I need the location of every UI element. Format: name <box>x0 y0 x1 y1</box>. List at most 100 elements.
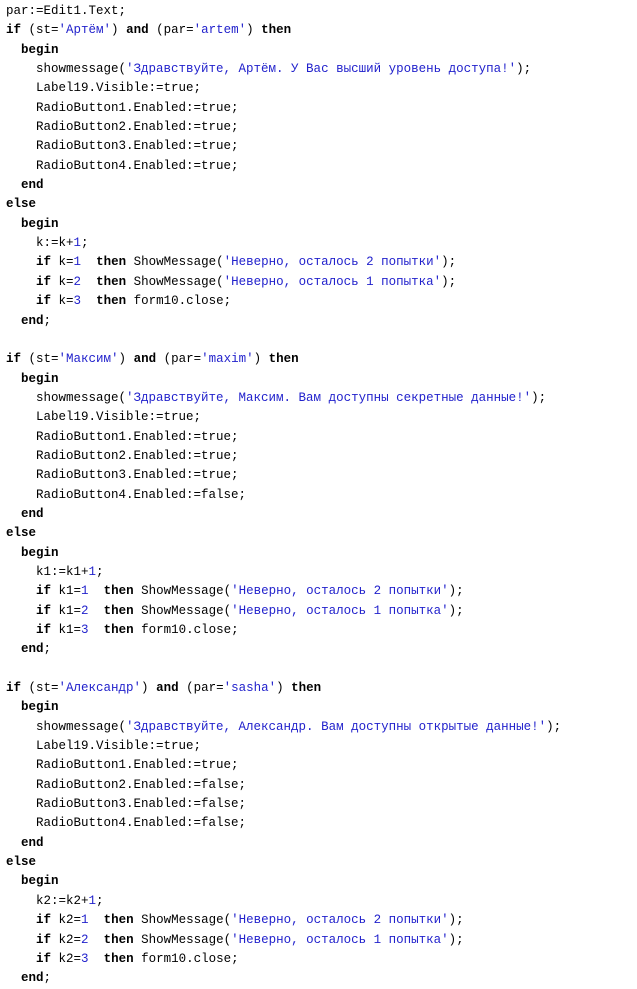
code-line: if (st='Александр') and (par='sasha') th… <box>0 679 637 698</box>
code-text: RadioButton3.Enabled:=true; <box>6 139 239 154</box>
code-keyword: then <box>103 913 134 928</box>
code-line: if k=3 then form10.close; <box>0 292 637 311</box>
code-text: (st= <box>21 23 59 38</box>
code-line: if k1=3 then form10.close; <box>0 621 637 640</box>
code-text: (st= <box>21 352 59 367</box>
code-line: Label19.Visible:=true; <box>0 79 637 98</box>
code-text: ); <box>441 274 457 289</box>
code-text: k2= <box>51 951 82 966</box>
code-string-literal: 'maxim' <box>201 352 254 367</box>
code-keyword: end <box>21 971 44 986</box>
code-keyword: else <box>6 855 37 870</box>
code-text: RadioButton4.Enabled:=false; <box>6 816 247 831</box>
code-line: end; <box>0 640 637 659</box>
code-keyword: then <box>268 352 299 367</box>
code-text: showmessage( <box>6 390 127 405</box>
code-line: if k2=2 then ShowMessage('Неверно, остал… <box>0 931 637 950</box>
code-text: ); <box>441 255 457 270</box>
code-keyword: and <box>126 23 149 38</box>
code-text: RadioButton1.Enabled:=true; <box>6 758 239 773</box>
code-text: (par= <box>178 681 224 696</box>
code-line: if (st='Артём') and (par='artem') then <box>0 21 637 40</box>
code-keyword: begin <box>21 42 59 57</box>
code-line: RadioButton2.Enabled:=true; <box>0 118 637 137</box>
code-text: k1= <box>51 584 82 599</box>
code-keyword: begin <box>21 371 59 386</box>
code-line: begin <box>0 41 637 60</box>
code-listing[interactable]: par:=Edit1.Text; if (st='Артём') and (par… <box>0 0 637 989</box>
code-keyword: end <box>21 313 44 328</box>
code-text: ) <box>111 23 127 38</box>
code-text: ShowMessage( <box>126 274 224 289</box>
code-text: k:=k+ <box>6 236 74 251</box>
code-line: if k=2 then ShowMessage('Неверно, остало… <box>0 273 637 292</box>
code-text: RadioButton3.Enabled:=false; <box>6 797 247 812</box>
code-line: end <box>0 176 637 195</box>
code-text: ; <box>81 236 89 251</box>
code-text: RadioButton2.Enabled:=true; <box>6 448 239 463</box>
code-keyword: then <box>103 584 134 599</box>
code-text: ) <box>276 681 292 696</box>
code-line: RadioButton3.Enabled:=false; <box>0 795 637 814</box>
code-keyword: else <box>6 197 37 212</box>
code-keyword: then <box>96 255 127 270</box>
code-string-literal: 'sasha' <box>223 681 277 696</box>
code-text: (st= <box>21 681 59 696</box>
code-keyword: then <box>103 951 134 966</box>
code-text: ShowMessage( <box>133 584 232 599</box>
code-string-literal: 'Максим' <box>58 352 119 367</box>
code-keyword: end <box>21 178 44 193</box>
code-keyword: then <box>103 623 134 637</box>
code-number-literal: 3 <box>81 623 89 637</box>
code-text: RadioButton2.Enabled:=false; <box>6 777 247 792</box>
code-line: end; <box>0 312 637 331</box>
code-text: k= <box>51 274 74 289</box>
code-text: ); <box>531 390 547 405</box>
code-line: if k2=3 then form10.close; <box>0 950 637 969</box>
code-line: RadioButton1.Enabled:=true; <box>0 428 637 447</box>
code-keyword: if <box>36 951 52 966</box>
code-number-literal: 2 <box>73 274 82 289</box>
code-text: ; <box>43 313 52 328</box>
code-line: begin <box>0 215 637 234</box>
code-line: if k1=2 then ShowMessage('Неверно, остал… <box>0 602 637 621</box>
code-number-literal: 1 <box>81 584 89 599</box>
code-text: RadioButton4.Enabled:=true; <box>6 158 239 173</box>
code-line: else <box>0 853 637 872</box>
code-string-literal: 'Александр' <box>58 681 142 696</box>
code-keyword: then <box>103 932 134 947</box>
code-line: RadioButton2.Enabled:=true; <box>0 447 637 466</box>
code-keyword: begin <box>21 545 59 560</box>
code-text: (par= <box>148 23 194 38</box>
code-line: RadioButton4.Enabled:=true; <box>0 157 637 176</box>
code-keyword: if <box>6 681 22 696</box>
code-keyword: if <box>6 352 22 367</box>
code-line: if k=1 then ShowMessage('Неверно, остало… <box>0 253 637 272</box>
code-text: k1:=k1+ <box>6 564 89 579</box>
code-line: k2:=k2+1; <box>0 892 637 911</box>
code-string-literal: 'Здравствуйте, Максим. Вам доступны секр… <box>126 390 532 405</box>
code-keyword: if <box>36 294 52 309</box>
code-keyword: then <box>96 294 127 309</box>
code-string-literal: 'Здравствуйте, Александр. Вам доступны о… <box>126 719 547 734</box>
code-text: form10.close; <box>126 294 232 309</box>
code-text: ) <box>253 352 269 367</box>
code-text: ); <box>448 932 464 947</box>
code-line: showmessage('Здравствуйте, Александр. Ва… <box>0 718 637 737</box>
code-text: ) <box>118 352 134 367</box>
code-number-literal: 1 <box>88 893 97 908</box>
code-line: begin <box>0 872 637 891</box>
code-text: ShowMessage( <box>126 255 224 270</box>
